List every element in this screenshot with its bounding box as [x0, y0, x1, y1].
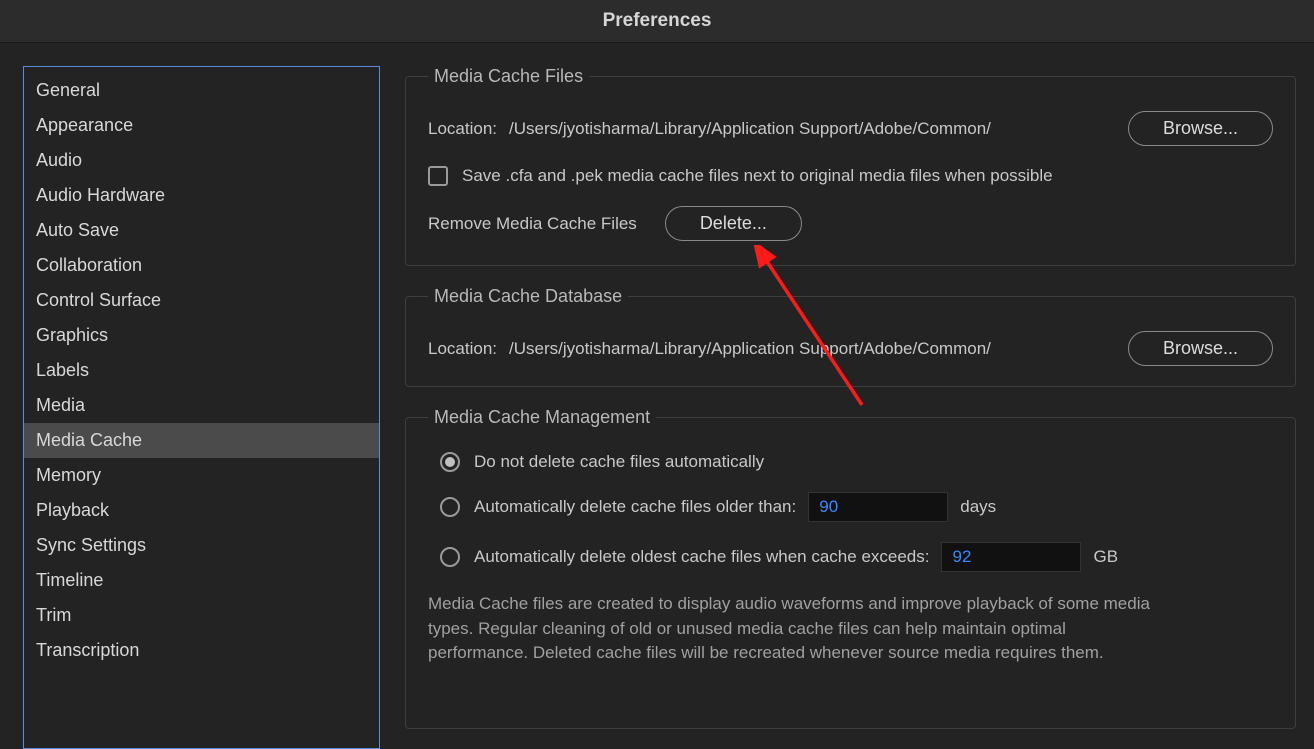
preferences-sidebar: GeneralAppearanceAudioAudio HardwareAuto… [23, 66, 380, 749]
save-cfa-pek-checkbox[interactable] [428, 166, 448, 186]
sidebar-item-media-cache[interactable]: Media Cache [24, 423, 379, 458]
radio-do-not-delete[interactable] [440, 452, 460, 472]
cache-db-location-row: Location: /Users/jyotisharma/Library/App… [428, 331, 1273, 366]
cache-files-path: /Users/jyotisharma/Library/Application S… [509, 119, 991, 139]
window-title: Preferences [0, 0, 1314, 43]
exceeds-unit: GB [1093, 547, 1118, 567]
sidebar-item-memory[interactable]: Memory [24, 458, 379, 493]
radio-exceeds[interactable] [440, 547, 460, 567]
sidebar-item-trim[interactable]: Trim [24, 598, 379, 633]
older-than-days-input[interactable] [808, 492, 948, 522]
sidebar-item-media[interactable]: Media [24, 388, 379, 423]
older-than-unit: days [960, 497, 996, 517]
media-cache-files-group: Media Cache Files Location: /Users/jyoti… [405, 66, 1296, 266]
remove-cache-label: Remove Media Cache Files [428, 214, 637, 234]
media-cache-files-legend: Media Cache Files [428, 66, 589, 87]
radio-older-than[interactable] [440, 497, 460, 517]
radio-exceeds-label: Automatically delete oldest cache files … [474, 547, 929, 567]
sidebar-item-sync-settings[interactable]: Sync Settings [24, 528, 379, 563]
cache-management-description: Media Cache files are created to display… [428, 592, 1158, 666]
remove-cache-row: Remove Media Cache Files Delete... [428, 206, 1273, 241]
content-area: GeneralAppearanceAudioAudio HardwareAuto… [0, 43, 1314, 749]
sidebar-item-labels[interactable]: Labels [24, 353, 379, 388]
cache-files-location-row: Location: /Users/jyotisharma/Library/App… [428, 111, 1273, 146]
cache-db-path: /Users/jyotisharma/Library/Application S… [509, 339, 991, 359]
opt-older-row: Automatically delete cache files older t… [440, 492, 1273, 522]
opt-exceeds-row: Automatically delete oldest cache files … [440, 542, 1273, 572]
save-cfa-pek-label: Save .cfa and .pek media cache files nex… [462, 166, 1053, 186]
sidebar-item-audio-hardware[interactable]: Audio Hardware [24, 178, 379, 213]
sidebar-item-auto-save[interactable]: Auto Save [24, 213, 379, 248]
media-cache-management-legend: Media Cache Management [428, 407, 656, 428]
sidebar-item-control-surface[interactable]: Control Surface [24, 283, 379, 318]
exceeds-gb-input[interactable] [941, 542, 1081, 572]
save-cfa-pek-row: Save .cfa and .pek media cache files nex… [428, 166, 1273, 186]
browse-cache-db-button[interactable]: Browse... [1128, 331, 1273, 366]
sidebar-item-audio[interactable]: Audio [24, 143, 379, 178]
sidebar-item-transcription[interactable]: Transcription [24, 633, 379, 668]
sidebar-item-general[interactable]: General [24, 73, 379, 108]
media-cache-database-group: Media Cache Database Location: /Users/jy… [405, 286, 1296, 387]
sidebar-item-timeline[interactable]: Timeline [24, 563, 379, 598]
location-label: Location: [428, 119, 497, 139]
media-cache-database-legend: Media Cache Database [428, 286, 628, 307]
radio-older-than-label: Automatically delete cache files older t… [474, 497, 796, 517]
db-location-label: Location: [428, 339, 497, 359]
main-panel: Media Cache Files Location: /Users/jyoti… [380, 66, 1296, 749]
sidebar-item-appearance[interactable]: Appearance [24, 108, 379, 143]
opt-none-row: Do not delete cache files automatically [440, 452, 1273, 472]
sidebar-item-playback[interactable]: Playback [24, 493, 379, 528]
media-cache-management-group: Media Cache Management Do not delete cac… [405, 407, 1296, 729]
sidebar-item-graphics[interactable]: Graphics [24, 318, 379, 353]
browse-cache-files-button[interactable]: Browse... [1128, 111, 1273, 146]
radio-do-not-delete-label: Do not delete cache files automatically [474, 452, 764, 472]
delete-cache-button[interactable]: Delete... [665, 206, 802, 241]
sidebar-item-collaboration[interactable]: Collaboration [24, 248, 379, 283]
